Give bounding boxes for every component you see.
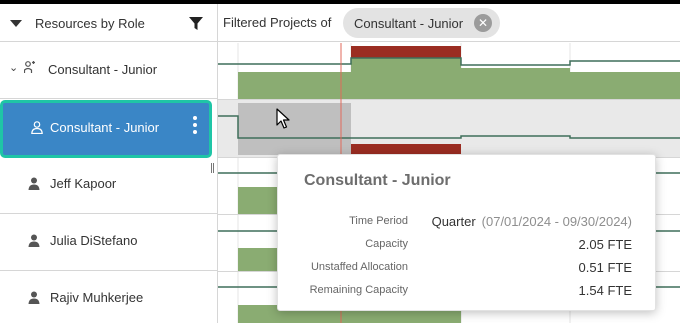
kebab-icon[interactable] (193, 116, 197, 136)
role-group-icon (24, 61, 35, 73)
tooltip-title: Consultant - Junior (304, 172, 451, 189)
allocation-bar (461, 68, 570, 99)
tooltip-key: Remaining Capacity (309, 284, 408, 296)
role-group-row[interactable]: ⌄ Consultant - Junior (0, 42, 217, 99)
chevron-down-icon[interactable]: ⌄ (9, 61, 18, 74)
person-icon (28, 177, 40, 190)
tooltip-value: 2.05 FTE (578, 237, 632, 252)
pointer-cursor-icon (276, 108, 290, 129)
tooltip-value: Quarter (07/01/2024 - 09/30/2024) (432, 214, 632, 229)
tooltip-row-time-period: Time Period Quarter (07/01/2024 - 09/30/2… (278, 214, 657, 231)
tooltip-value: 1.54 FTE (578, 283, 632, 298)
resource-panel-header: Resources by Role (0, 4, 217, 42)
selected-role-highlight[interactable]: Consultant - Junior (0, 100, 212, 158)
tooltip-key: Time Period (349, 215, 408, 227)
tooltip-row-remaining: Remaining Capacity 1.54 FTE (278, 283, 657, 300)
person-icon (28, 291, 40, 304)
period-type: Quarter (431, 214, 476, 229)
resource-panel: Resources by Role ⌄ Consultant - Junior … (0, 4, 218, 323)
tooltip-row-capacity: Capacity 2.05 FTE (278, 237, 657, 254)
resource-row[interactable]: Rajiv Muhkerjee (0, 271, 217, 323)
close-icon[interactable]: ✕ (474, 14, 492, 32)
resource-name: Rajiv Muhkerjee (50, 290, 144, 305)
resource-row[interactable]: Julia DiStefano (0, 214, 217, 271)
person-icon (28, 234, 40, 247)
panel-title: Resources by Role (35, 16, 145, 31)
funnel-icon[interactable] (189, 17, 203, 31)
selected-role-row[interactable]: Consultant - Junior (0, 99, 217, 158)
tooltip-row-unstaffed: Unstaffed Allocation 0.51 FTE (278, 260, 657, 277)
allocation-bar (238, 72, 351, 99)
period-range: (07/01/2024 - 09/30/2024) (481, 214, 632, 229)
filter-chip-label: Consultant - Junior (354, 16, 464, 31)
timeline-header: Filtered Projects of Consultant - Junior… (218, 4, 680, 42)
allocation-bar (351, 58, 461, 99)
tooltip-value: 0.51 FTE (578, 260, 632, 275)
resource-row[interactable]: Jeff Kapoor (0, 157, 217, 214)
overallocation-bar (351, 144, 461, 154)
resource-name: Jeff Kapoor (50, 176, 117, 191)
allocation-bar (570, 72, 680, 99)
allocation-bar (238, 138, 351, 155)
caret-down-icon[interactable] (10, 20, 22, 27)
panel-resize-handle[interactable] (211, 163, 215, 173)
overallocation-bar (351, 46, 461, 58)
person-icon (31, 121, 43, 134)
filter-chip[interactable]: Consultant - Junior ✕ (343, 8, 500, 38)
capacity-tooltip: Consultant - Junior Time Period Quarter (… (277, 154, 656, 311)
tooltip-key: Unstaffed Allocation (310, 261, 408, 273)
hovered-allocation-bar (238, 103, 351, 138)
tooltip-key: Capacity (365, 238, 408, 250)
resource-name: Julia DiStefano (50, 233, 138, 248)
filter-title: Filtered Projects of (223, 15, 332, 30)
selected-role-label: Consultant - Junior (50, 120, 160, 135)
role-group-label: Consultant - Junior (48, 62, 158, 77)
